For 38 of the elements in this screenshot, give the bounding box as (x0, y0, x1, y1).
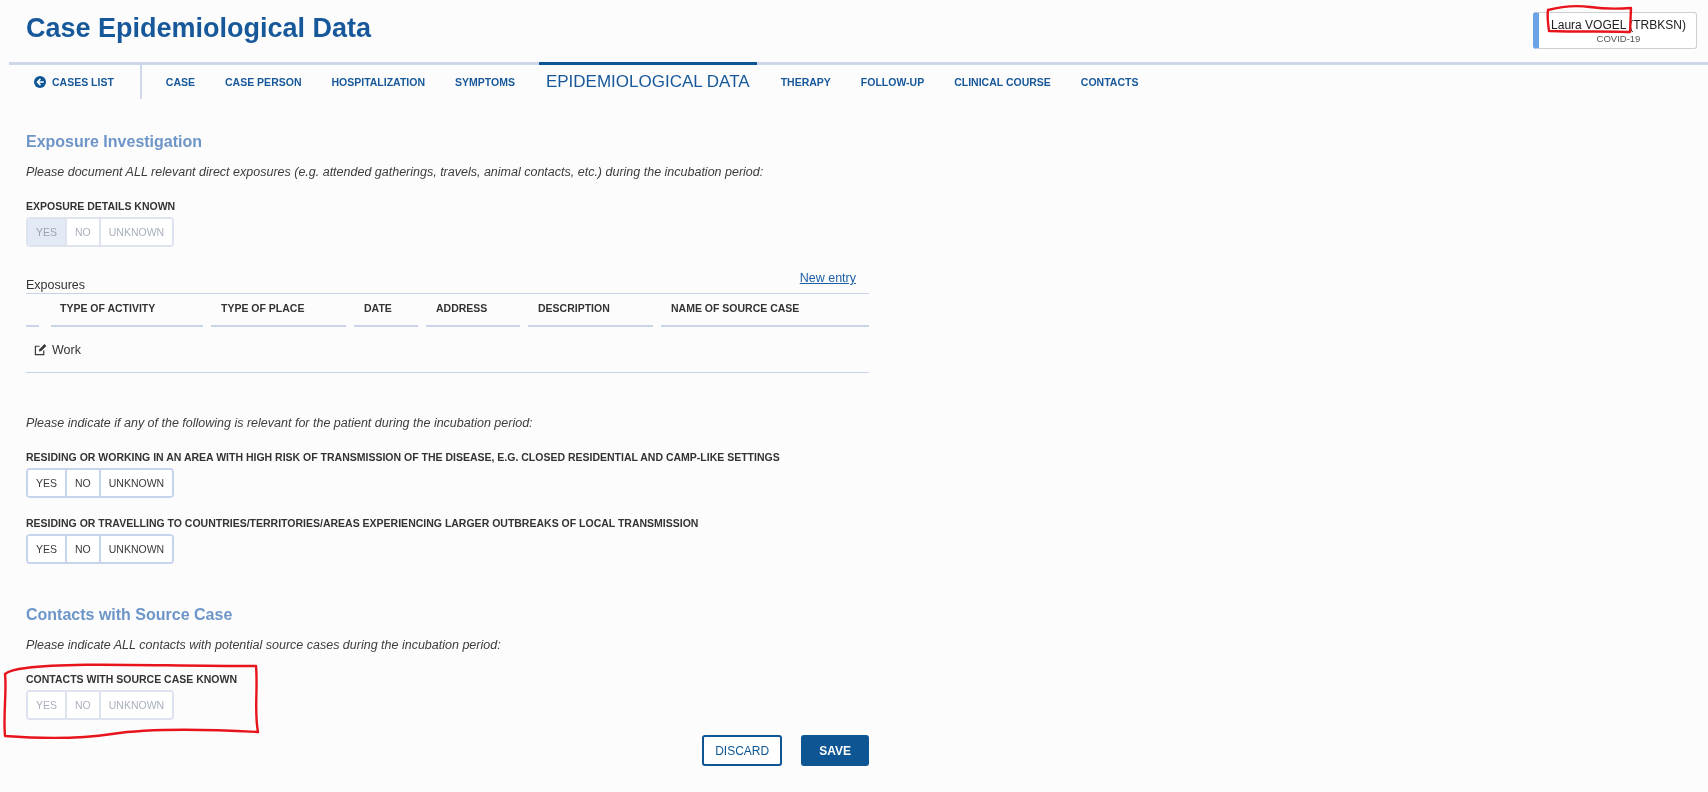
column-header: ADDRESS (426, 294, 520, 327)
discard-button[interactable]: DISCARD (702, 735, 783, 766)
option-button[interactable]: UNKNOWN (98, 470, 173, 496)
back-link[interactable]: CASES LIST (9, 65, 140, 99)
back-arrow-icon (34, 76, 46, 88)
column-header: NAME OF SOURCE CASE (661, 294, 869, 327)
tab[interactable]: THERAPY (774, 65, 837, 99)
new-entry-link[interactable]: New entry (799, 270, 856, 286)
column-header: TYPE OF PLACE (211, 294, 346, 327)
column-header: DATE (354, 294, 418, 327)
field-label: RESIDING OR TRAVELLING TO COUNTRIES/TERRITORIES/AREAS EXPERIENCING LARGER OUTBREAKS OF LOCAL TRANSMISSION (26, 516, 700, 530)
section-heading: Contacts with Source Case (26, 605, 234, 625)
tab[interactable]: EPIDEMIOLOGICAL DATA (538, 62, 757, 99)
field-label: EXPOSURE DETAILS KNOWN (26, 199, 177, 213)
table-title: Exposures (26, 277, 86, 293)
tab[interactable]: SYMPTOMS (449, 65, 521, 99)
table-cell: Work (52, 342, 81, 357)
field-label: RESIDING OR WORKING IN AN AREA WITH HIGH RISK OF TRANSMISSION OF THE DISEASE, E.G. CLOSED RESIDENTIAL AND CAMP-LIKE SETTINGS (26, 450, 781, 464)
column-header: DESCRIPTION (528, 294, 653, 327)
instruction-text: Please indicate if any of the following is relevant for the patient during the incubation period: (26, 415, 534, 432)
tab[interactable]: CONTACTS (1074, 65, 1145, 99)
edit-icon[interactable] (34, 343, 47, 356)
tab[interactable]: FOLLOW-UP (854, 65, 931, 99)
save-button[interactable]: SAVE (801, 735, 869, 766)
tab[interactable]: HOSPITALIZATION (325, 65, 431, 99)
page-title: Case Epidemiological Data (26, 12, 372, 44)
user-card[interactable]: Laura VOGEL (TRBKSN) COVID-19 (1533, 12, 1697, 49)
tab[interactable]: CASE PERSON (219, 65, 308, 99)
instruction-text: Please indicate ALL contacts with potential source cases during the incubation period: (26, 637, 502, 654)
column-header: TYPE OF ACTIVITY (51, 294, 203, 327)
section-heading: Exposure Investigation (26, 132, 204, 152)
user-name: Laura VOGEL (TRBKSN) (1551, 17, 1686, 33)
instruction-text: Please document ALL relevant direct exposures (e.g. attended gatherings, travels, animal contacts, etc.) during the incubation period: (26, 164, 765, 181)
option-button[interactable]: UNKNOWN (98, 536, 173, 562)
tab[interactable]: CASE (159, 65, 202, 99)
disease-label: COVID-19 (1596, 32, 1641, 44)
field-label: CONTACTS WITH SOURCE CASE KNOWN (26, 672, 238, 686)
tab[interactable]: CLINICAL COURSE (948, 65, 1057, 99)
